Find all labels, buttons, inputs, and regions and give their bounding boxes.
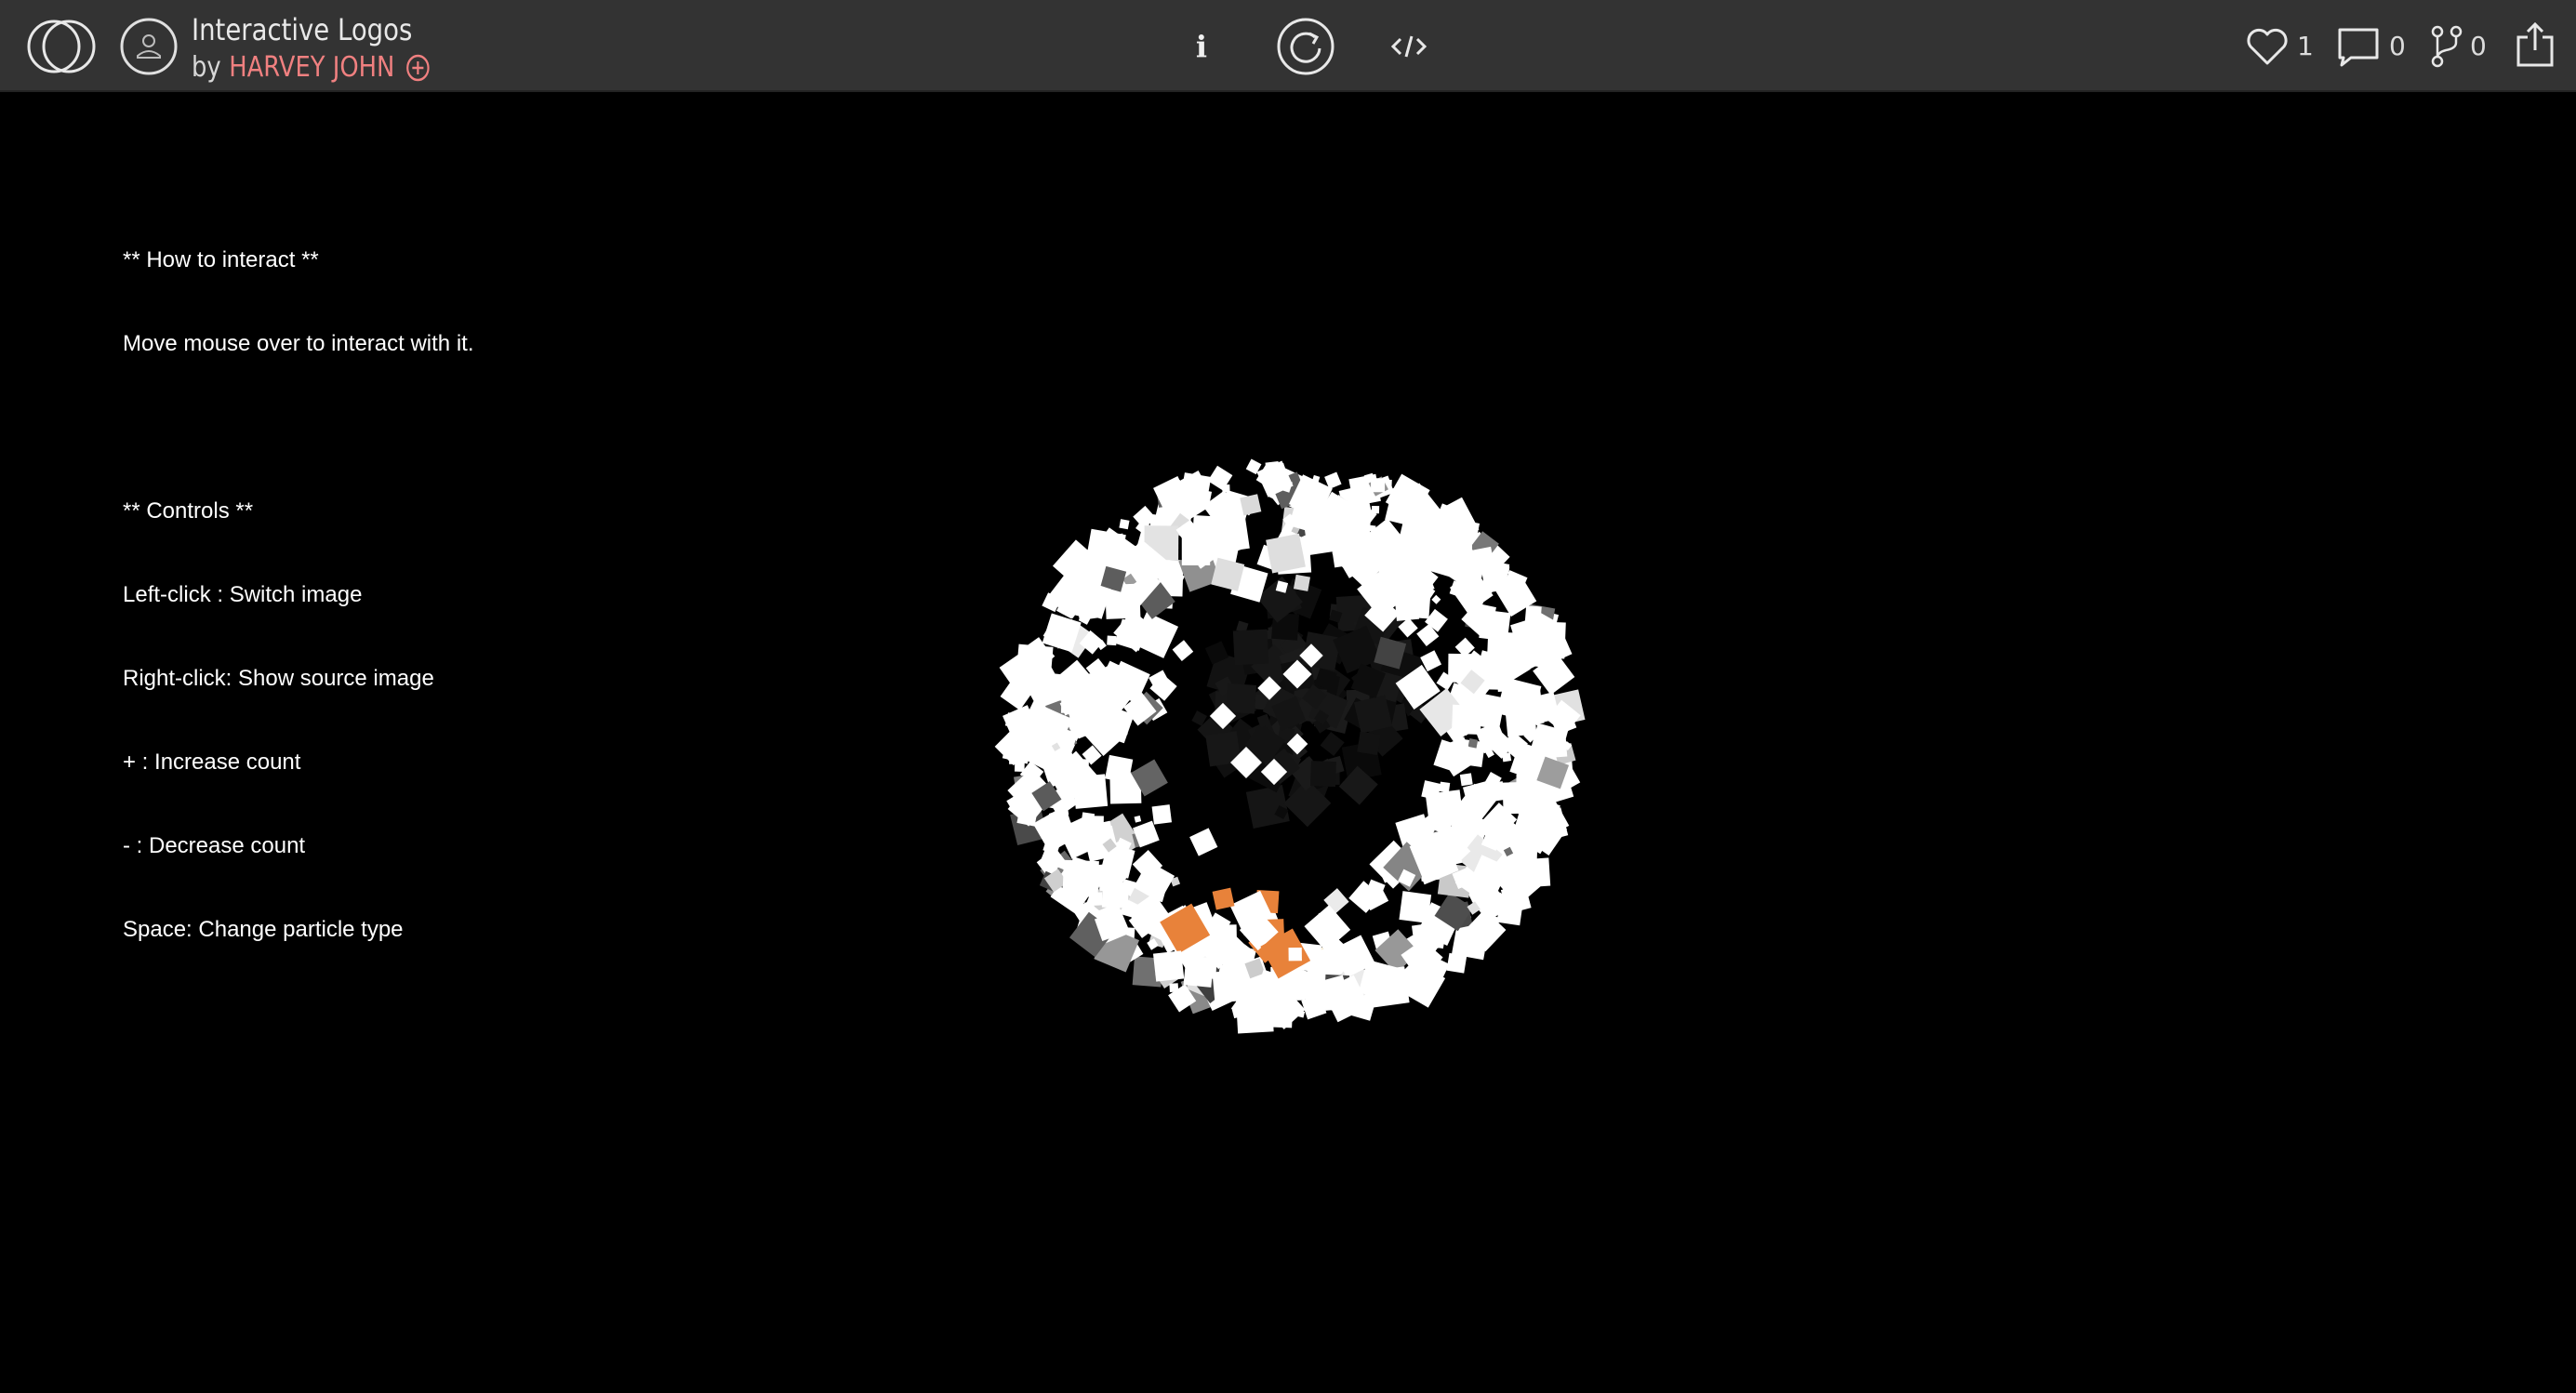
particle-logo <box>994 458 1586 1034</box>
particle <box>1245 784 1290 829</box>
particle <box>1467 738 1479 749</box>
particle <box>1105 754 1134 784</box>
particle <box>1469 567 1484 581</box>
particle <box>1451 704 1482 735</box>
particle <box>1042 672 1072 702</box>
particle <box>1172 640 1194 661</box>
particle <box>1107 635 1117 646</box>
particle <box>1474 604 1496 626</box>
particle <box>1152 950 1185 982</box>
particle <box>1134 815 1142 823</box>
particle <box>1181 537 1211 565</box>
particle <box>1482 915 1500 933</box>
particle <box>1393 565 1408 580</box>
particle <box>1288 947 1302 962</box>
particle <box>1340 547 1360 565</box>
particle <box>1473 546 1494 568</box>
particle <box>1431 594 1441 604</box>
particle <box>1151 804 1172 825</box>
particle <box>1453 668 1464 678</box>
particle <box>1119 519 1130 530</box>
particle <box>1222 484 1230 493</box>
particle <box>1266 533 1306 574</box>
particle <box>1240 494 1262 516</box>
particle <box>1320 731 1345 756</box>
particle <box>1226 683 1257 714</box>
particle <box>1446 952 1467 974</box>
particle <box>1088 892 1103 907</box>
particle <box>1344 503 1364 524</box>
particle <box>1212 969 1246 1003</box>
particle <box>1232 629 1269 666</box>
particle <box>1484 781 1506 803</box>
particle <box>1459 773 1473 787</box>
particle <box>1189 487 1213 511</box>
particle <box>1547 738 1568 758</box>
particle <box>1501 565 1510 574</box>
particle <box>1371 505 1380 514</box>
particle <box>1371 478 1386 493</box>
particle <box>1205 519 1214 527</box>
particle <box>1009 751 1022 764</box>
particle <box>1212 887 1235 910</box>
particle <box>1501 752 1512 763</box>
particle <box>1479 936 1488 945</box>
particle <box>1439 781 1451 793</box>
particle <box>1357 731 1381 755</box>
particle <box>1189 828 1218 856</box>
particle <box>1122 550 1137 565</box>
particle <box>1520 833 1540 852</box>
particle <box>1309 761 1336 788</box>
particle <box>1399 891 1432 923</box>
particle <box>1293 574 1310 591</box>
particle <box>1169 983 1179 993</box>
particle <box>1062 859 1099 897</box>
particle <box>1522 638 1549 665</box>
